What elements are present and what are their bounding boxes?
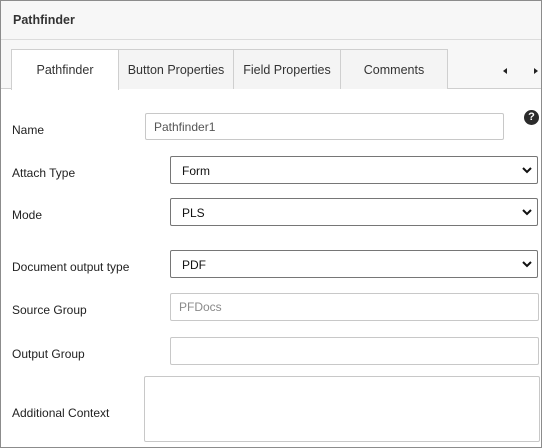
tab-scroll-left-icon[interactable]	[500, 66, 510, 76]
document-output-type-select[interactable]: PDF	[170, 250, 538, 278]
output-group-input[interactable]	[170, 337, 539, 365]
name-label: Name	[12, 123, 45, 137]
tab-field-properties[interactable]: Field Properties	[233, 49, 341, 89]
output-group-label: Output Group	[12, 347, 85, 361]
tab-scroll-right-icon[interactable]	[531, 66, 541, 76]
dialog-title: Pathfinder	[13, 13, 75, 27]
source-group-label: Source Group	[12, 303, 87, 317]
chevron-down-icon	[522, 167, 532, 174]
attach-type-label: Attach Type	[12, 166, 76, 180]
tab-comments[interactable]: Comments	[340, 49, 448, 89]
tab-strip: Pathfinder Button Properties Field Prope…	[1, 40, 541, 90]
tab-pathfinder[interactable]: Pathfinder	[11, 49, 119, 90]
mode-select[interactable]: PLS	[170, 198, 538, 226]
mode-label: Mode	[12, 208, 43, 222]
additional-context-textarea[interactable]	[144, 376, 540, 442]
pathfinder-dialog: Pathfinder Pathfinder Button Properties …	[0, 0, 542, 448]
document-output-type-label: Document output type	[12, 260, 130, 274]
attach-type-value: Form	[182, 164, 210, 178]
additional-context-label: Additional Context	[12, 406, 110, 420]
help-icon[interactable]: ?	[524, 110, 539, 125]
document-output-type-value: PDF	[182, 258, 206, 272]
dialog-header: Pathfinder	[1, 1, 541, 40]
chevron-down-icon	[522, 209, 532, 216]
chevron-down-icon	[522, 261, 532, 268]
attach-type-select[interactable]: Form	[170, 156, 538, 184]
tab-button-properties[interactable]: Button Properties	[118, 49, 234, 89]
name-input[interactable]	[145, 113, 504, 140]
source-group-input[interactable]	[170, 293, 539, 321]
mode-value: PLS	[182, 206, 205, 220]
